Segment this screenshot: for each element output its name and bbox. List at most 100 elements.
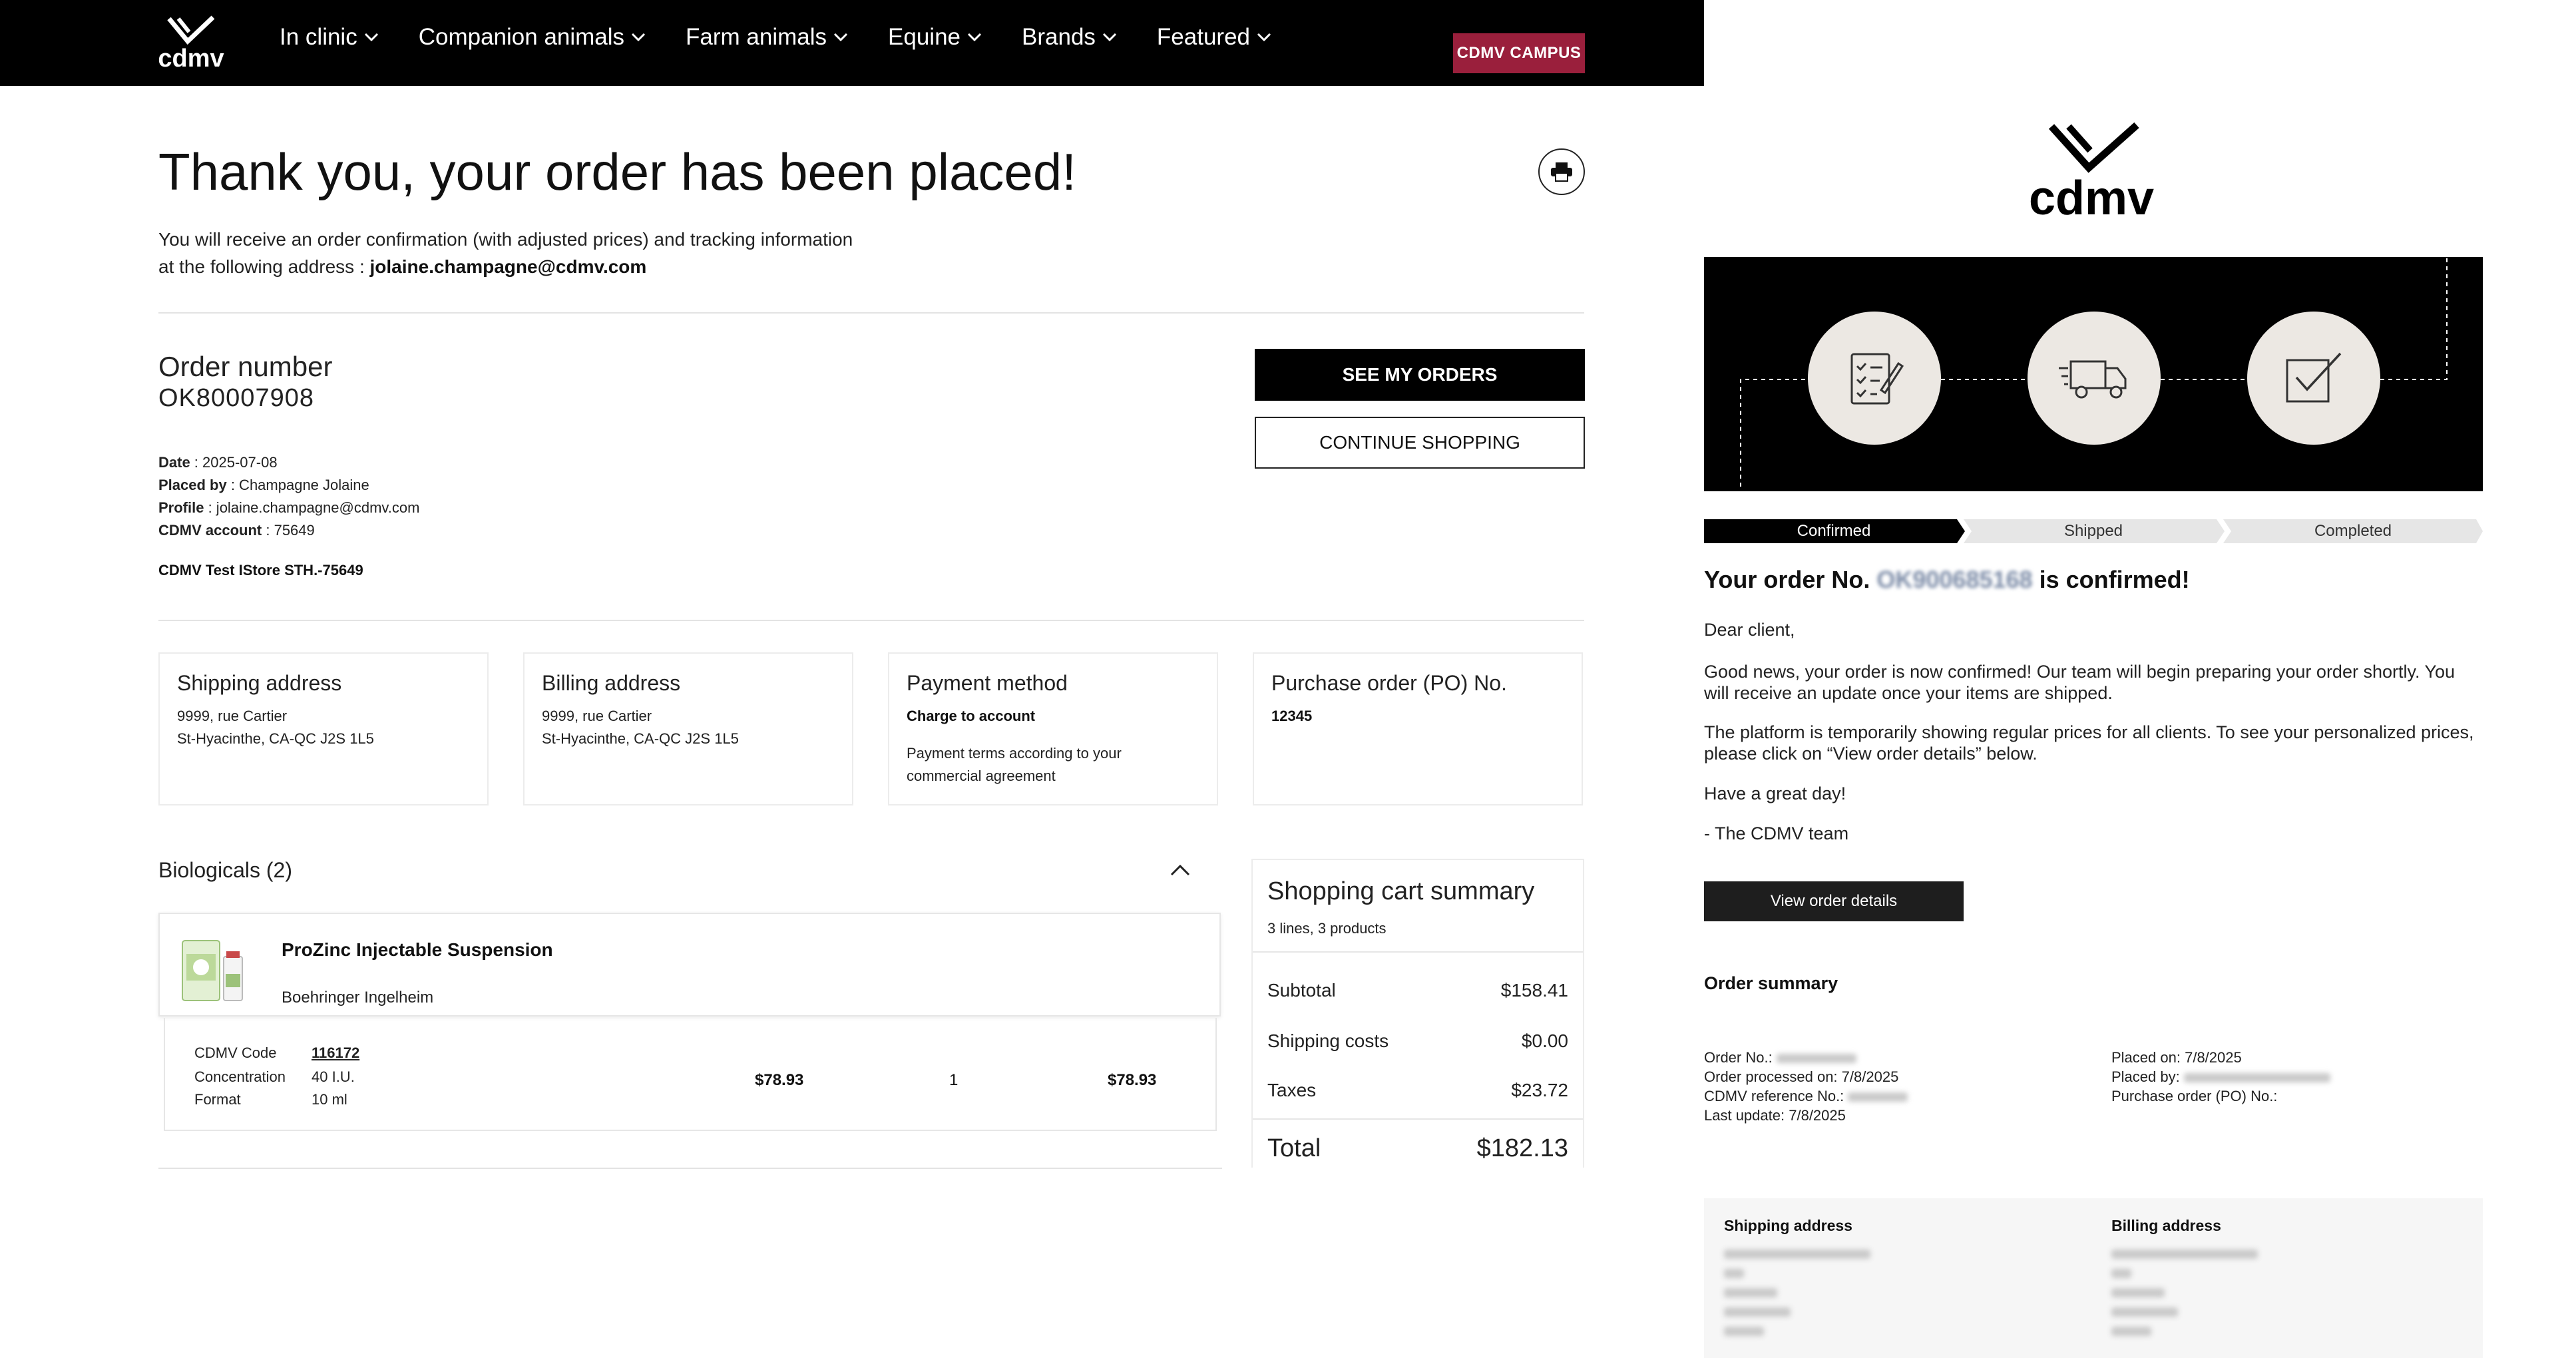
account-name: CDMV Test IStore STH.-75649 bbox=[158, 562, 363, 578]
summary-title: Shopping cart summary bbox=[1267, 877, 1535, 905]
redacted-value bbox=[1776, 1054, 1856, 1064]
nav-label: Companion animals bbox=[418, 24, 625, 50]
chevron-down-icon bbox=[1257, 33, 1271, 42]
chevron-up-icon[interactable] bbox=[1170, 863, 1190, 877]
account-value: : 75649 bbox=[262, 522, 315, 539]
redacted-value bbox=[1724, 1269, 1744, 1279]
see-my-orders-button[interactable]: SEE MY ORDERS bbox=[1255, 349, 1585, 401]
chevron-down-icon bbox=[631, 33, 646, 42]
email-last-update: Last update: 7/8/2025 bbox=[1704, 1106, 1908, 1125]
chevron-down-icon bbox=[833, 33, 848, 42]
order-account: CDMV account : 75649 bbox=[158, 519, 419, 542]
confirmation-email-panel: cdmv Confirmed Shipped Completed Your or… bbox=[1704, 0, 2576, 1358]
redacted-value bbox=[2111, 1249, 2258, 1259]
po-label: Purchase order (PO) No.: bbox=[2111, 1088, 2278, 1104]
svg-text:cdmv: cdmv bbox=[158, 45, 224, 71]
placed-by-label: Placed by: bbox=[2111, 1068, 2180, 1085]
svg-text:cdmv: cdmv bbox=[2029, 172, 2154, 221]
view-order-details-button[interactable]: View order details bbox=[1704, 881, 1964, 921]
address-line: 9999, rue Cartier bbox=[177, 708, 288, 724]
order-placed-by: Placed by : Champagne Jolaine bbox=[158, 474, 419, 497]
order-summary-title: Order summary bbox=[1704, 973, 1838, 993]
order-date: Date : 2025-07-08 bbox=[158, 451, 419, 474]
redacted-value bbox=[1724, 1288, 1777, 1298]
redacted-shipping-address bbox=[1724, 1244, 1870, 1340]
continue-shopping-button[interactable]: CONTINUE SHOPPING bbox=[1255, 417, 1585, 469]
page-title: Thank you, your order has been placed! bbox=[158, 142, 1076, 201]
divider bbox=[158, 1168, 1222, 1169]
nav-equine[interactable]: Equine bbox=[888, 24, 982, 51]
main-menu: In clinic Companion animals Farm animals… bbox=[280, 0, 1311, 75]
nav-farm-animals[interactable]: Farm animals bbox=[686, 24, 848, 51]
nav-companion-animals[interactable]: Companion animals bbox=[419, 24, 646, 51]
chevron-down-icon bbox=[364, 33, 378, 42]
product-image bbox=[180, 927, 246, 1005]
truck-icon bbox=[2028, 312, 2161, 445]
checkmark-box-icon bbox=[2247, 312, 2380, 445]
email-po-no: Purchase order (PO) No.: bbox=[2111, 1086, 2330, 1106]
order-number-label: Order number bbox=[158, 351, 333, 382]
line-total: $78.93 bbox=[1108, 1071, 1157, 1089]
processed-label: Order processed on: bbox=[1704, 1068, 1838, 1085]
print-button[interactable] bbox=[1538, 148, 1585, 195]
nav-featured[interactable]: Featured bbox=[1157, 24, 1271, 51]
email-paragraph: Good news, your order is now confirmed! … bbox=[1704, 662, 2456, 703]
email-closing: Have a great day! bbox=[1704, 784, 1846, 803]
confirmation-message: You will receive an order confirmation (… bbox=[158, 226, 853, 280]
email-greeting: Dear client, bbox=[1704, 620, 1795, 640]
cdmv-logo: cdmv bbox=[2025, 121, 2158, 225]
taxes-label: Taxes bbox=[1267, 1080, 1317, 1100]
chevron-down-icon bbox=[1102, 33, 1116, 42]
account-label: CDMV account bbox=[158, 522, 262, 539]
nav-label: Featured bbox=[1156, 24, 1251, 50]
redacted-value bbox=[1724, 1307, 1791, 1317]
po-number: 12345 bbox=[1271, 708, 1313, 724]
cdmv-campus-button[interactable]: CDMV CAMPUS bbox=[1453, 33, 1585, 73]
product-details: CDMV Code 116172 Concentration 40 I.U. F… bbox=[164, 1018, 1217, 1131]
email-placed-on: Placed on: 7/8/2025 bbox=[2111, 1048, 2330, 1067]
product-row[interactable]: ProZinc Injectable Suspension Boehringer… bbox=[158, 913, 1221, 1017]
divider bbox=[158, 312, 1584, 314]
redacted-value bbox=[2111, 1269, 2131, 1279]
unit-price: $78.93 bbox=[755, 1071, 804, 1089]
nav-in-clinic[interactable]: In clinic bbox=[280, 24, 379, 51]
nav-brands[interactable]: Brands bbox=[1022, 24, 1117, 51]
chevron-down-icon bbox=[967, 33, 982, 42]
reference-label: CDMV reference No.: bbox=[1704, 1088, 1844, 1104]
order-no-label: Order No.: bbox=[1704, 1049, 1773, 1066]
redacted-value bbox=[1848, 1092, 1908, 1102]
cdmv-code-link[interactable]: 116172 bbox=[312, 1044, 359, 1062]
heading-suffix: is confirmed! bbox=[2032, 566, 2190, 593]
email-address-section: Shipping address Billing address bbox=[1704, 1198, 2483, 1358]
address-line: St-Hyacinthe, CA-QC J2S 1L5 bbox=[177, 730, 374, 747]
product-brand: Boehringer Ingelheim bbox=[282, 989, 434, 1007]
confirmation-email: jolaine.champagne@cdmv.com bbox=[369, 256, 647, 277]
order-number: OK80007908 bbox=[158, 384, 314, 412]
format-value: 10 ml bbox=[312, 1091, 347, 1108]
redacted-order-number: OK900685168 bbox=[1876, 566, 2033, 593]
cdmv-logo[interactable]: cdmv bbox=[154, 15, 228, 73]
nav-label: Brands bbox=[1022, 24, 1096, 50]
shipping-value: $0.00 bbox=[1521, 1030, 1568, 1051]
redacted-value bbox=[2111, 1288, 2165, 1298]
taxes-row: Taxes $23.72 bbox=[1267, 1080, 1568, 1101]
website-panel: cdmv In clinic Companion animals Farm an… bbox=[0, 0, 1990, 1358]
product-group-title: Biologicals (2) bbox=[158, 858, 292, 882]
card-title: Billing address bbox=[542, 671, 681, 695]
date-label: Date bbox=[158, 454, 190, 471]
order-summary-right: Placed on: 7/8/2025 Placed by: Purchase … bbox=[2111, 1048, 2330, 1106]
email-order-no: Order No.: bbox=[1704, 1048, 1908, 1067]
redacted-value bbox=[1724, 1327, 1764, 1337]
concentration-label: Concentration bbox=[194, 1068, 286, 1085]
product-name[interactable]: ProZinc Injectable Suspension bbox=[282, 939, 553, 961]
subtotal-row: Subtotal $158.41 bbox=[1267, 980, 1568, 1001]
total-row: Total $182.13 bbox=[1267, 1134, 1568, 1163]
placed-on-label: Placed on: bbox=[2111, 1049, 2181, 1066]
summary-subtitle: 3 lines, 3 products bbox=[1267, 920, 1387, 937]
step-confirmed: Confirmed bbox=[1797, 522, 1871, 540]
billing-address-card: Billing address 9999, rue Cartier St-Hya… bbox=[523, 652, 853, 805]
payment-note: Payment terms according to your bbox=[907, 745, 1122, 762]
format-label: Format bbox=[194, 1091, 241, 1108]
divider bbox=[158, 620, 1584, 621]
payment-method: Charge to account bbox=[907, 708, 1036, 724]
